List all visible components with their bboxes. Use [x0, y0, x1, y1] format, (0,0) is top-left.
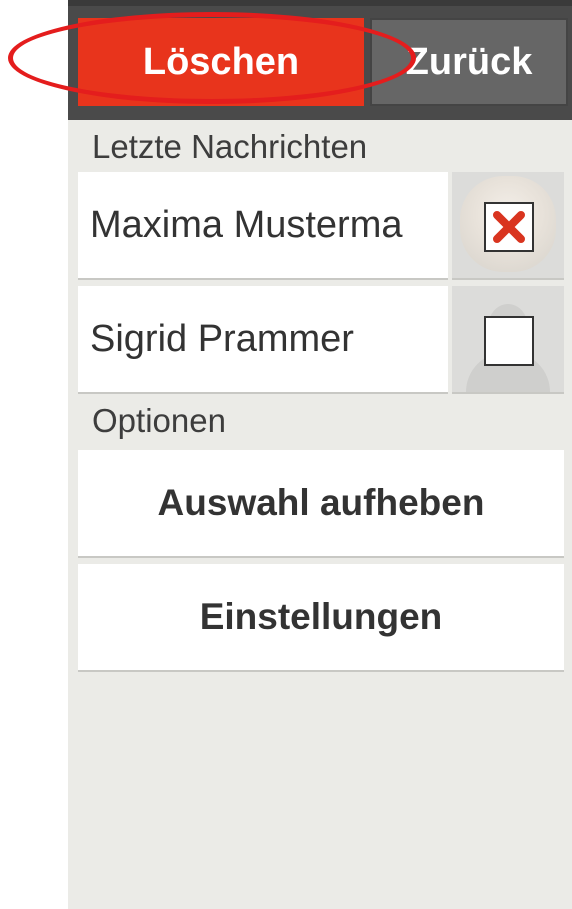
x-mark-icon [493, 211, 525, 243]
message-sender-name: Sigrid Prammer [90, 317, 354, 360]
section-label-recent-messages: Letzte Nachrichten [92, 128, 368, 165]
section-label-options: Optionen [92, 402, 226, 439]
app-screen: Löschen Zurück Letzte Nachrichten Maxima… [68, 0, 572, 909]
avatar-maxima [452, 172, 564, 280]
select-checkbox-sigrid[interactable] [484, 316, 534, 366]
deselect-all-button[interactable]: Auswahl aufheben [78, 450, 564, 558]
settings-button[interactable]: Einstellungen [78, 564, 564, 672]
message-row-maxima[interactable]: Maxima Musterma [78, 172, 448, 280]
avatar-sigrid [452, 286, 564, 394]
message-row-sigrid[interactable]: Sigrid Prammer [78, 286, 448, 394]
back-button[interactable]: Zurück [370, 18, 568, 106]
top-toolbar: Löschen Zurück [68, 0, 572, 120]
select-checkbox-maxima[interactable] [484, 202, 534, 252]
message-sender-name: Maxima Musterma [90, 203, 403, 246]
status-strip [68, 0, 572, 6]
delete-button[interactable]: Löschen [78, 18, 364, 106]
